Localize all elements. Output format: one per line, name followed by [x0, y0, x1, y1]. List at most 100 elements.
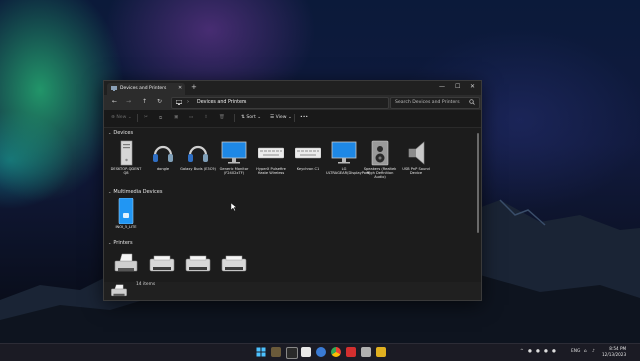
fax-icon [114, 253, 138, 272]
printer-icon [149, 255, 175, 272]
chevron-down-icon: ⌄ [257, 115, 262, 120]
tray-app-icon[interactable]: ● [536, 349, 540, 354]
taskbar: ^ ● ● ● ● ENG ⌂ ♪ 8:54 PM 12/13/2023 [0, 343, 640, 361]
printer-icon [185, 255, 211, 272]
breadcrumb[interactable]: Devices and Printers [197, 100, 246, 105]
monitor-icon [221, 141, 247, 164]
windows-logo-icon [256, 347, 266, 357]
file-view[interactable]: ⌄ Devices DESKTOP-QDENT Q8 dongle Galaxy … [104, 127, 475, 282]
divider [234, 114, 235, 122]
tab-devices-and-printers[interactable]: Devices and Printers ✕ [107, 83, 185, 95]
devices-and-printers-window: Devices and Printers ✕ + — ☐ ✕ ← → ↑ ↻ ›… [103, 80, 482, 301]
group-header-multimedia[interactable]: ⌄ Multimedia Devices [108, 189, 162, 195]
view-icon: ☰ [270, 115, 275, 120]
search-icon [469, 99, 475, 105]
tray-app-icon[interactable]: ● [552, 349, 556, 354]
up-button[interactable]: ↑ [142, 98, 147, 105]
device-label: Keychron C1 [296, 167, 320, 171]
group-header-printers[interactable]: ⌄ Printers [108, 240, 133, 246]
chevron-down-icon: ⌄ [287, 115, 292, 120]
phone-icon [118, 198, 134, 224]
new-label: New [116, 115, 127, 120]
group-label: Devices [113, 130, 134, 136]
file-explorer-icon[interactable] [271, 347, 281, 357]
tray-app-icon[interactable]: ● [544, 349, 548, 354]
breadcrumb-chevron-icon[interactable]: › [187, 99, 189, 105]
chevron-down-icon: ⌄ [108, 189, 112, 194]
item-count: 14 items [136, 282, 156, 287]
vertical-scrollbar[interactable] [476, 127, 480, 282]
divider [137, 114, 138, 122]
search-input[interactable]: Search Devices and Printers [395, 100, 460, 105]
clock-date: 12/13/2023 [602, 351, 627, 357]
chevron-down-icon: ⌄ [108, 130, 112, 135]
language-indicator[interactable]: ENG [571, 349, 580, 354]
view-button[interactable]: ☰ View ⌄ [270, 115, 292, 120]
device-label: LG ULTRAGEAR(DisplayPort) [326, 167, 371, 176]
title-bar: Devices and Printers ✕ + — ☐ ✕ [104, 81, 481, 95]
chrome-icon[interactable] [331, 347, 341, 357]
sort-icon: ⇅ [241, 115, 245, 120]
keyboard-icon [258, 147, 284, 159]
group-header-devices[interactable]: ⌄ Devices [108, 130, 133, 136]
minimize-button[interactable]: — [439, 83, 445, 90]
tray-overflow-button[interactable]: ^ [520, 349, 524, 354]
scrollbar-thumb[interactable] [477, 133, 479, 233]
monitor-small-icon [176, 100, 182, 105]
headset-icon [153, 145, 173, 162]
tab-close-icon[interactable]: ✕ [178, 85, 182, 91]
breadcrumb-chevron-icon[interactable]: › [243, 99, 245, 105]
group-label: Printers [113, 240, 133, 246]
device-label: Speakers (Realtek High Definition Audio) [363, 167, 397, 180]
chevron-down-icon: ⌄ [127, 115, 132, 120]
device-label: Galaxy Buds (E3C9) [180, 167, 216, 171]
computer-tower-icon [120, 140, 133, 166]
chevron-down-icon: ⌄ [108, 240, 112, 245]
delete-icon[interactable]: 🗑 [219, 115, 225, 120]
share-icon[interactable]: ⇪ [204, 115, 208, 120]
refresh-button[interactable]: ↻ [157, 98, 162, 105]
browser-icon[interactable] [316, 347, 326, 357]
selected-device-preview-icon [111, 284, 127, 297]
mouse-cursor-icon [231, 203, 237, 211]
group-label: Multimedia Devices [113, 189, 163, 195]
app-red-icon[interactable] [346, 347, 356, 357]
more-options-button[interactable]: ••• [300, 115, 308, 120]
cut-icon[interactable]: ✂ [144, 115, 148, 120]
status-bar: 14 items [104, 282, 481, 300]
copy-icon[interactable]: ⧉ [159, 115, 162, 121]
device-label: USB PnP Sound Device [402, 167, 430, 176]
app-gray-icon[interactable] [361, 347, 371, 357]
sort-button[interactable]: ⇅ Sort ⌄ [241, 115, 261, 120]
new-button[interactable]: ⊕ New ⌄ [111, 115, 132, 120]
address-bar[interactable]: › Devices and Printers › [171, 97, 389, 109]
paste-icon[interactable]: ▣ [174, 115, 178, 120]
view-label: View [275, 115, 287, 120]
rename-icon[interactable]: ▭ [189, 115, 193, 120]
speaker-icon [371, 140, 389, 166]
volume-icon[interactable]: ♪ [592, 349, 595, 354]
tab-label: Devices and Printers [120, 86, 167, 91]
terminal-icon[interactable] [286, 347, 298, 359]
back-button[interactable]: ← [112, 98, 117, 105]
clock[interactable]: 8:54 PM 12/13/2023 [602, 346, 626, 357]
forward-button[interactable]: → [126, 98, 131, 105]
divider [294, 114, 295, 122]
monitor-icon [331, 141, 357, 164]
printer-icon [221, 255, 247, 272]
device-label: Generic Monitor (F2402xTF) [219, 167, 249, 176]
tray-app-icon[interactable]: ● [528, 349, 532, 354]
close-button[interactable]: ✕ [470, 83, 475, 90]
notes-icon[interactable] [376, 347, 386, 357]
devices-folder-icon [111, 86, 117, 91]
device-label: HyperX Pulsefire Haste Wireless [256, 167, 286, 176]
start-button[interactable] [256, 347, 266, 357]
new-icon: ⊕ [111, 115, 115, 120]
device-label: dongle [156, 167, 170, 171]
network-icon[interactable]: ⌂ [584, 349, 587, 354]
maximize-button[interactable]: ☐ [455, 83, 460, 90]
new-tab-button[interactable]: + [191, 83, 197, 91]
device-label: INOI_5_LITE [115, 225, 137, 229]
search-box[interactable]: Search Devices and Printers [390, 97, 480, 109]
app-u-icon[interactable] [301, 347, 311, 357]
